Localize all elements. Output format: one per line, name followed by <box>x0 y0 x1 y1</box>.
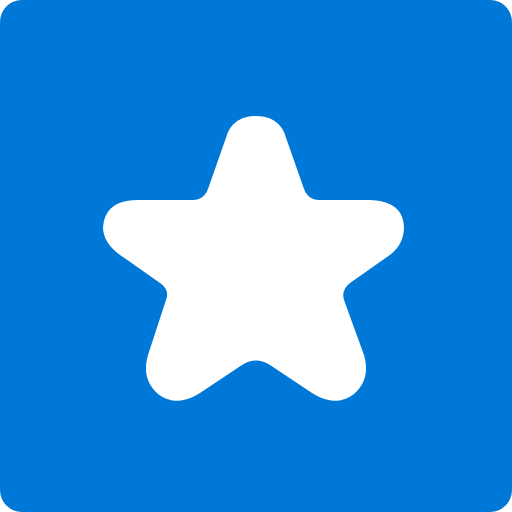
star-icon <box>103 116 404 401</box>
app-icon[interactable] <box>0 0 512 512</box>
